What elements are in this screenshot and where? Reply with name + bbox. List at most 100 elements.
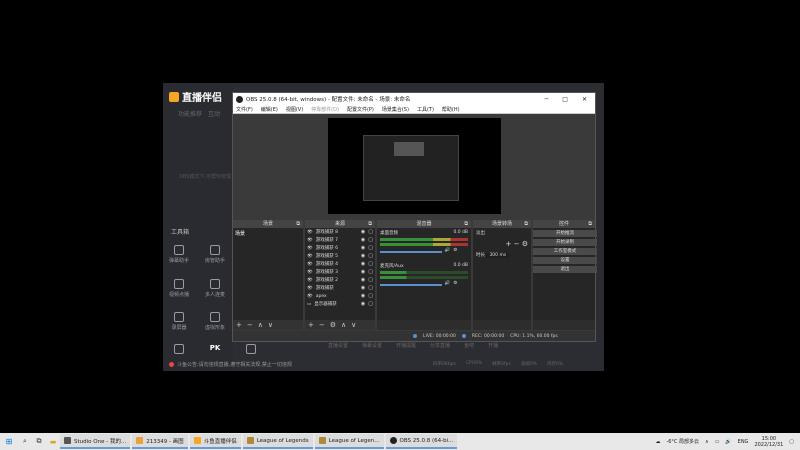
volume-slider[interactable] [380,284,442,286]
tool-danmaku[interactable]: 弹幕助手 [165,245,193,264]
dock-pin-icon[interactable]: ⧉ [464,220,468,228]
lock-icon[interactable]: ▢ [368,277,375,283]
eye-icon[interactable]: ◉ [361,293,365,299]
source-item[interactable]: 👁 游戏捕获 7 ◉ ▢ [305,236,375,244]
bottom-item[interactable]: 分享直播 [430,342,450,349]
tool-pk[interactable]: PK [201,344,229,352]
tool-broadcast[interactable] [237,344,265,356]
eye-icon[interactable]: ◉ [361,261,365,267]
lock-icon[interactable]: ▢ [368,301,375,307]
tool-avatar[interactable]: 虚拟形象 [201,312,229,331]
remove-icon[interactable]: − [247,321,253,329]
source-item[interactable]: 👁 游戏捕获 3 ◉ ▢ [305,268,375,276]
eye-icon[interactable]: ◉ [361,229,365,235]
taskbar-task[interactable]: 213349 - 画图 [132,434,188,449]
source-item[interactable]: 👁 游戏捕获 6 ◉ ▢ [305,244,375,252]
close-icon[interactable]: ✕ [582,96,587,103]
speaker-icon[interactable]: 🔊 [445,281,451,286]
add-icon[interactable]: + [506,240,512,248]
eye-icon[interactable]: ◉ [361,237,365,243]
menu-docks[interactable]: 停靠部件(D) [311,106,339,113]
down-icon[interactable]: ∨ [351,321,356,329]
settings-button[interactable]: 设置 [533,257,597,264]
exit-button[interactable]: 退出 [533,266,597,273]
taskbar-task[interactable]: League of Legends [242,434,313,449]
scene-item[interactable]: 场景 [233,228,303,239]
add-icon[interactable]: + [308,321,314,329]
source-item[interactable]: 👁 游戏捕获 4 ◉ ▢ [305,260,375,268]
maximize-icon[interactable]: □ [562,96,568,103]
bottom-item[interactable]: 开播提醒 [396,342,416,349]
bottom-item[interactable]: 鱼吧 [464,342,474,349]
speaker-icon[interactable]: 🔊 [445,248,451,253]
taskbar-task[interactable]: OBS 25.0.8 (64-bi... [385,434,458,449]
start-stream-button[interactable]: 开始推流 [533,230,597,237]
task-view-icon[interactable]: ⧉ [32,437,46,446]
source-item[interactable]: 👁 游戏捕获 5 ◉ ▢ [305,252,375,260]
menu-profile[interactable]: 配置文件(P) [347,106,374,113]
lock-icon[interactable]: ▢ [368,237,375,243]
dock-pin-icon[interactable]: ⧉ [524,220,528,228]
dock-pin-icon[interactable]: ⧉ [296,220,300,228]
weather-text[interactable]: -6°C 局部多云 [666,438,699,445]
volume-icon[interactable]: 🔊 [725,439,731,445]
taskbar-task[interactable]: 斗鱼直播伴侣 [189,434,241,449]
menu-tools[interactable]: 工具(T) [417,106,434,113]
tool-video[interactable]: 视频点播 [165,279,193,298]
tool-admin[interactable]: 房管助手 [201,245,229,264]
source-item[interactable]: 👁 游戏捕获 2 ◉ ▢ [305,276,375,284]
transition-type[interactable]: 淡出 [473,228,531,238]
eye-icon[interactable]: ◉ [361,285,365,291]
lock-icon[interactable]: ▢ [368,253,375,259]
tool-monitor[interactable] [165,344,193,356]
remove-icon[interactable]: − [319,321,325,329]
up-icon[interactable]: ∧ [341,321,346,329]
taskbar-task[interactable]: Studio One - 我的... [60,434,131,449]
search-icon[interactable]: ⌕ [18,437,32,446]
lock-icon[interactable]: ▢ [368,261,375,267]
eye-icon[interactable]: ◉ [361,245,365,251]
studio-mode-button[interactable]: 工作室模式 [533,248,597,255]
lock-icon[interactable]: ▢ [368,245,375,251]
gear-icon[interactable]: ⚙ [522,240,528,248]
start-record-button[interactable]: 开始录制 [533,239,597,246]
windows-start-icon[interactable]: ⊞ [0,437,18,446]
gear-icon[interactable]: ⚙ [453,248,457,253]
lock-icon[interactable]: ▢ [368,285,375,291]
source-item[interactable]: ▭ 显示器捕获 ◉ ▢ [305,300,375,308]
clock[interactable]: 15:00 2022/12/31 [754,436,783,448]
eye-icon[interactable]: ◉ [361,301,365,307]
menu-view[interactable]: 视图(V) [286,106,303,113]
menu-help[interactable]: 帮助(H) [442,106,460,113]
source-item[interactable]: 👁 游戏捕获 8 ◉ ▢ [305,228,375,236]
bottom-item[interactable]: 直播设置 [328,342,348,349]
network-icon[interactable]: ▭ [715,439,720,445]
menu-file[interactable]: 文件(F) [236,106,253,113]
bottom-item[interactable]: 开播 [488,342,498,349]
weather-icon[interactable]: ☁ [655,439,660,445]
notification-icon[interactable]: ▢ [789,439,794,445]
tool-multi[interactable]: 多人连麦 [201,279,229,298]
add-icon[interactable]: + [236,321,242,329]
remove-icon[interactable]: − [514,240,520,248]
chevron-up-icon[interactable]: ∧ [705,439,709,445]
eye-icon[interactable]: ◉ [361,269,365,275]
lock-icon[interactable]: ▢ [368,229,375,235]
down-icon[interactable]: ∨ [268,321,273,329]
host-tab-0[interactable]: 功能推荐 [178,109,202,118]
eye-icon[interactable]: ◉ [361,253,365,259]
up-icon[interactable]: ∧ [258,321,263,329]
host-tab-1[interactable]: 互动 [208,109,220,118]
menu-scene-collection[interactable]: 场景集合(S) [382,106,409,113]
lock-icon[interactable]: ▢ [368,293,375,299]
dock-pin-icon[interactable]: ⧉ [588,220,592,228]
volume-slider[interactable] [380,251,442,253]
gear-icon[interactable]: ⚙ [453,281,457,286]
minimize-icon[interactable]: ─ [545,96,549,103]
bottom-item[interactable]: 弹幕设置 [362,342,382,349]
gear-icon[interactable]: ⚙ [330,321,336,329]
source-item[interactable]: 👁 apex ◉ ▢ [305,292,375,300]
eye-icon[interactable]: ◉ [361,277,365,283]
file-explorer-icon[interactable]: ▬ [46,438,60,446]
preview-canvas[interactable] [328,118,501,214]
